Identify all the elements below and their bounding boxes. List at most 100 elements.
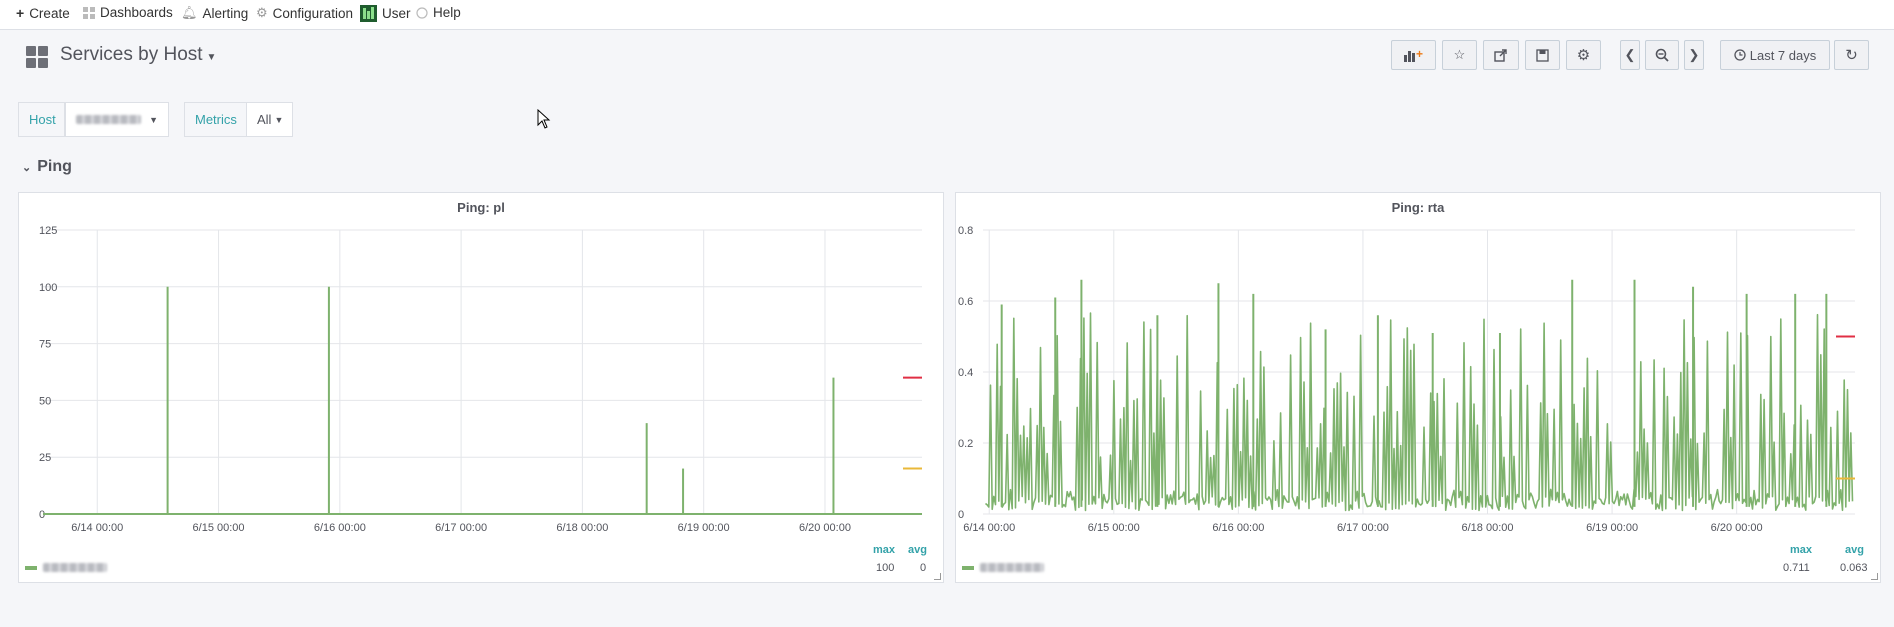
time-picker-button[interactable]: Last 7 days (1720, 40, 1830, 70)
dashboards-menu[interactable]: Dashboards (83, 5, 173, 20)
x-tick-label: 6/19 00:00 (678, 522, 730, 534)
legend-header-avg[interactable]: avg (1845, 544, 1864, 556)
avatar (360, 5, 377, 22)
series-name-redacted (980, 563, 1044, 572)
series-line (984, 312, 1854, 512)
create-menu[interactable]: + Create (16, 5, 70, 21)
chart: 0 0.2 0.4 0.6 0.8 6/14 00:00 6/15 00:00 6/16 00… (958, 225, 1855, 534)
time-range-label: Last 7 days (1749, 47, 1817, 63)
x-tick-label: 6/17 00:00 (1337, 522, 1389, 534)
caret-down-icon: ▼ (206, 52, 217, 63)
chevron-down-icon: ⌄ (22, 161, 32, 174)
variable-metrics-select[interactable]: All ▼ (246, 102, 293, 137)
y-tick-label: 25 (39, 452, 51, 464)
x-tick-label: 6/16 00:00 (1212, 522, 1264, 534)
configuration-label: Configuration (272, 5, 353, 21)
x-tick-label: 6/18 00:00 (1462, 522, 1514, 534)
x-tick-label: 6/19 00:00 (1586, 522, 1638, 534)
x-tick-label: 6/14 00:00 (963, 522, 1015, 534)
y-tick-label: 50 (39, 395, 51, 407)
star-icon: ☆ (1453, 47, 1466, 62)
dashboards-icon (83, 6, 95, 19)
settings-button[interactable]: ⚙ (1566, 40, 1601, 70)
bell-icon: 🔔︎ (181, 5, 198, 20)
series-swatch (962, 565, 974, 570)
zoom-out-icon (1655, 48, 1669, 62)
panel-resize-handle[interactable] (1871, 573, 1878, 580)
save-button[interactable] (1525, 40, 1560, 70)
y-tick-label: 0 (958, 509, 964, 521)
legend-item[interactable] (25, 563, 107, 572)
y-tick-label: 0.2 (958, 438, 973, 450)
series-swatch (25, 565, 37, 570)
svg-text:+: + (1416, 47, 1423, 61)
add-panel-button[interactable]: + (1391, 40, 1436, 70)
legend-value-max: 0.711 (1783, 562, 1810, 574)
clock-icon (1734, 49, 1746, 61)
share-button[interactable] (1483, 40, 1519, 70)
legend-header-max[interactable]: max (1790, 544, 1812, 556)
graph-panel-ping-pl[interactable]: Ping: pl 0 25 50 75 100 125 6/14 00:00 6/15 00:… (18, 192, 944, 583)
top-nav: + Create Dashboards 🔔︎ Alerting ⚙ Config… (0, 0, 1894, 30)
dashboard-title-text: Services by Host (60, 44, 203, 65)
user-menu[interactable]: User (360, 5, 411, 22)
time-back-button[interactable]: ❮ (1620, 40, 1640, 70)
alerting-label: Alerting (202, 5, 249, 21)
y-tick-label: 0.8 (958, 225, 973, 237)
graph-panel-ping-rta[interactable]: Ping: rta 0 0.2 0.4 0.6 0.8 6/14 00:00 6/15 00… (955, 192, 1881, 583)
plus-icon: + (16, 5, 25, 21)
help-label: Help (433, 5, 461, 20)
zoom-out-button[interactable] (1645, 40, 1679, 70)
help-icon (416, 6, 428, 19)
x-tick-label: 6/18 00:00 (556, 522, 608, 534)
host-value-redacted (76, 115, 142, 124)
add-panel-icon: + (1403, 47, 1423, 62)
variable-host-label: Host (18, 102, 65, 137)
configuration-menu[interactable]: ⚙ Configuration (256, 5, 353, 21)
row-ping-header[interactable]: ⌄ Ping (22, 158, 72, 176)
panel-resize-handle[interactable] (934, 573, 941, 580)
legend-value-max: 100 (876, 562, 895, 574)
gear-icon: ⚙ (256, 5, 268, 20)
mouse-cursor-icon (537, 109, 551, 129)
chart: 02550751001256/14 00:00 6/15 00:00 6/16 00… (39, 225, 922, 534)
chevron-right-icon: ❯ (1688, 47, 1700, 62)
refresh-icon: ↻ (1845, 47, 1858, 64)
legend-header-avg[interactable]: avg (908, 544, 927, 556)
series-name-redacted (43, 563, 107, 572)
help-menu[interactable]: Help (416, 5, 461, 20)
create-label: Create (29, 5, 70, 21)
x-tick-label: 6/20 00:00 (799, 522, 851, 534)
x-tick-label: 6/20 00:00 (1711, 522, 1763, 534)
x-tick-label: 6/15 00:00 (193, 522, 245, 534)
user-label: User (382, 6, 411, 21)
y-tick-label: 125 (39, 225, 57, 237)
metrics-value: All (257, 112, 272, 127)
legend-item[interactable] (962, 563, 1044, 572)
x-tick-label: 6/14 00:00 (71, 522, 123, 534)
cog-icon: ⚙ (1576, 47, 1591, 64)
variable-host-select[interactable]: ▼ (65, 102, 169, 137)
caret-down-icon: ▼ (274, 114, 284, 125)
star-button[interactable]: ☆ (1442, 40, 1477, 70)
chevron-left-icon: ❮ (1624, 47, 1636, 62)
dashboard-grid-icon (26, 46, 48, 68)
legend-header-max[interactable]: max (873, 544, 895, 556)
refresh-button[interactable]: ↻ (1834, 40, 1869, 70)
x-tick-label: 6/17 00:00 (435, 522, 487, 534)
y-tick-label: 75 (39, 339, 51, 351)
time-forward-button[interactable]: ❯ (1684, 40, 1704, 70)
y-tick-label: 100 (39, 282, 57, 294)
caret-down-icon: ▼ (149, 114, 158, 125)
y-tick-label: 0.4 (958, 367, 973, 379)
legend-value-avg: 0.063 (1840, 562, 1868, 574)
variable-metrics-label: Metrics (184, 102, 247, 137)
dashboard-title[interactable]: Services by Host ▼ (60, 44, 216, 66)
save-icon (1536, 48, 1549, 62)
alerting-menu[interactable]: 🔔︎ Alerting (181, 5, 248, 21)
row-title: Ping (37, 158, 72, 175)
legend-value-avg: 0 (920, 562, 927, 574)
x-tick-label: 6/15 00:00 (1088, 522, 1140, 534)
x-tick-label: 6/16 00:00 (314, 522, 366, 534)
y-tick-label: 0.6 (958, 296, 973, 308)
